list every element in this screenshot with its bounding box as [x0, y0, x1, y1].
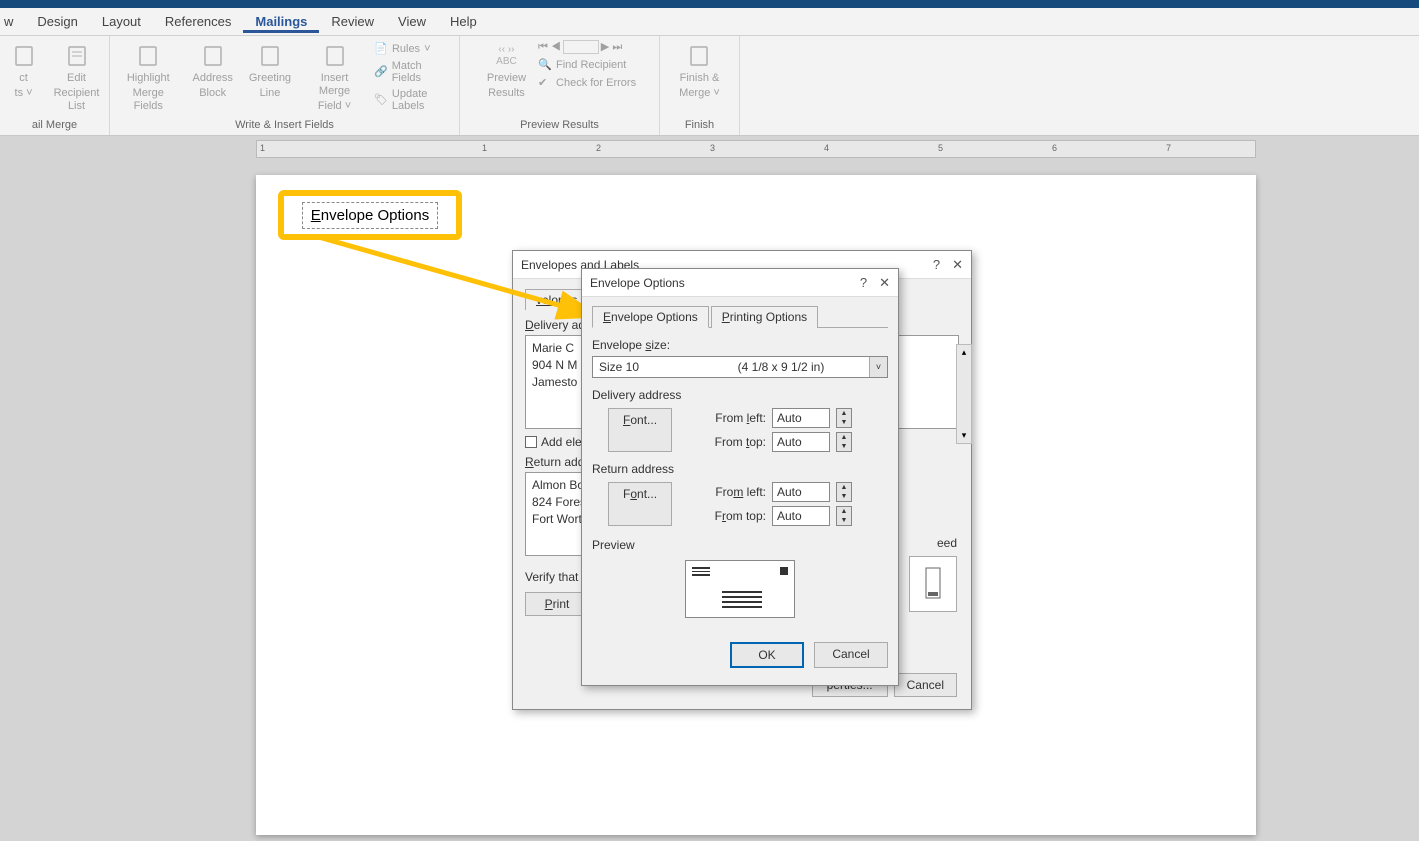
scrollbar[interactable]: ▴ ▾ — [956, 344, 972, 444]
callout-envelope-options: Envelope Options — [278, 190, 462, 240]
tab-envelope-options[interactable]: Envelope Options — [592, 306, 709, 328]
close-icon[interactable]: ✕ — [879, 275, 890, 291]
tab-partial[interactable]: w — [0, 10, 25, 33]
tab-view[interactable]: View — [386, 10, 438, 33]
cancel-button-back[interactable]: Cancel — [894, 673, 957, 697]
preview-label: Preview — [592, 538, 888, 552]
delivery-left-spinner[interactable]: ▲▼ — [836, 408, 852, 428]
tab-mailings[interactable]: Mailings — [243, 10, 319, 33]
tab-layout[interactable]: Layout — [90, 10, 153, 33]
highlight-merge-fields-button[interactable]: Highlight Merge Fields — [116, 40, 181, 116]
delivery-address-group: Delivery address Font... From left: Auto… — [592, 388, 888, 452]
return-group-title: Return address — [592, 462, 888, 476]
address-block-button[interactable]: Address Block — [189, 40, 237, 102]
greeting-lbl-1: Greeting — [249, 72, 291, 85]
ok-button[interactable]: OK — [730, 642, 804, 668]
address-lbl-2: Block — [199, 87, 226, 100]
dialog-tabs: Envelope Options Printing Options — [592, 305, 888, 328]
delivery-top-spinner[interactable]: ▲▼ — [836, 432, 852, 452]
print-button[interactable]: Print — [525, 592, 589, 616]
horizontal-ruler[interactable]: 1 1 2 3 4 5 6 7 — [256, 140, 1256, 158]
check-errors-button[interactable]: ✔Check for Errors — [538, 76, 636, 90]
chevron-down-icon[interactable]: ˅ — [869, 357, 887, 377]
update-labels-button[interactable]: 🏷Update Labels — [374, 88, 453, 112]
edit-label-2: Recipient List — [54, 87, 100, 113]
highlight-lbl-1: Highlight — [127, 72, 170, 85]
ribbon-tabstrip: w Design Layout References Mailings Revi… — [0, 8, 1419, 36]
return-from-left-label: From left: — [702, 485, 766, 499]
tab-design[interactable]: Design — [25, 10, 89, 33]
ruler-area: 1 1 2 3 4 5 6 7 — [0, 136, 1419, 166]
callout-text: Envelope Options — [302, 202, 438, 229]
insert-lbl-1: Insert Merge — [307, 72, 362, 98]
tab-envelopes-partial[interactable]: velopes — [525, 289, 588, 310]
envelope-preview — [685, 560, 795, 618]
insert-merge-field-button[interactable]: Insert Merge Field ˅ — [303, 40, 366, 116]
select-label-2: ts ˅ — [15, 87, 33, 100]
return-from-left-input[interactable]: Auto — [772, 482, 830, 502]
ribbon-group-preview: ‹‹ ››ABC Preview Results ⏮ ◀ ▶ ⏭ 🔍Find R… — [460, 36, 660, 135]
greeting-lbl-2: Line — [260, 87, 281, 100]
select-label-1: ct — [19, 72, 28, 85]
feed-label: eed — [897, 536, 957, 550]
help-icon[interactable]: ? — [860, 275, 867, 291]
feed-icon[interactable] — [909, 556, 957, 612]
dialog-titlebar-front[interactable]: Envelope Options ? ✕ — [582, 269, 898, 297]
tab-review[interactable]: Review — [319, 10, 386, 33]
return-from-top-label: From top: — [702, 509, 766, 523]
greeting-line-button[interactable]: Greeting Line — [245, 40, 295, 102]
return-address-group: Return address Font... From left: Auto ▲… — [592, 462, 888, 526]
dialog-envelope-options: Envelope Options ? ✕ Envelope Options Pr… — [581, 268, 899, 686]
ribbon: ct ts ˅ Edit Recipient List ail Merge Hi… — [0, 36, 1419, 136]
return-left-spinner[interactable]: ▲▼ — [836, 482, 852, 502]
delivery-from-left-input[interactable]: Auto — [772, 408, 830, 428]
size-description: (4 1/8 x 9 1/2 in) — [693, 360, 869, 374]
preview-lbl-2: Results — [488, 87, 525, 100]
delivery-from-left-label: From left: — [702, 411, 766, 425]
finish-lbl-1: Finish & — [680, 72, 720, 85]
ribbon-group-write-insert: Highlight Merge Fields Address Block Gre… — [110, 36, 460, 135]
dialog-front-title: Envelope Options — [590, 276, 685, 290]
insert-lbl-2: Field ˅ — [318, 100, 351, 113]
address-lbl-1: Address — [193, 72, 233, 85]
ribbon-group-finish: Finish & Merge ˅ Finish — [660, 36, 740, 135]
cancel-button[interactable]: Cancel — [814, 642, 888, 668]
rules-button[interactable]: 📄Rules ˅ — [374, 42, 453, 56]
return-top-spinner[interactable]: ▲▼ — [836, 506, 852, 526]
select-recipients-button-partial[interactable]: ct ts ˅ — [6, 40, 42, 102]
delivery-from-top-input[interactable]: Auto — [772, 432, 830, 452]
size-selected: Size 10 — [593, 360, 693, 374]
help-icon[interactable]: ? — [933, 257, 940, 273]
close-icon[interactable]: ✕ — [952, 257, 963, 273]
tab-references[interactable]: References — [153, 10, 243, 33]
record-nav[interactable]: ⏮ ◀ ▶ ⏭ — [538, 40, 636, 54]
envelope-size-combobox[interactable]: Size 10 (4 1/8 x 9 1/2 in) ˅ — [592, 356, 888, 378]
edit-label-1: Edit — [67, 72, 86, 85]
group-label-write-insert: Write & Insert Fields — [235, 117, 334, 133]
match-fields-button[interactable]: 🔗Match Fields — [374, 60, 453, 84]
finish-lbl-2: Merge ˅ — [679, 87, 720, 100]
finish-merge-button[interactable]: Finish & Merge ˅ — [675, 40, 724, 102]
delivery-from-top-label: From top: — [702, 435, 766, 449]
delivery-group-title: Delivery address — [592, 388, 888, 402]
return-from-top-input[interactable]: Auto — [772, 506, 830, 526]
tab-help[interactable]: Help — [438, 10, 489, 33]
group-label-preview: Preview Results — [520, 117, 599, 133]
ribbon-group-mail-merge: ct ts ˅ Edit Recipient List ail Merge — [0, 36, 110, 135]
find-recipient-button[interactable]: 🔍Find Recipient — [538, 58, 636, 72]
group-label-finish: Finish — [685, 117, 714, 133]
delivery-font-button[interactable]: Font... — [608, 408, 672, 452]
app-titlebar — [0, 0, 1419, 8]
highlight-lbl-2: Merge Fields — [120, 87, 177, 113]
return-font-button[interactable]: Font... — [608, 482, 672, 526]
tab-printing-options[interactable]: Printing Options — [711, 306, 818, 328]
envelope-size-label: Envelope size: — [592, 338, 888, 352]
preview-results-button[interactable]: ‹‹ ››ABC Preview Results — [483, 40, 530, 102]
preview-lbl-1: Preview — [487, 72, 526, 85]
group-label-mail-merge: ail Merge — [32, 117, 77, 133]
edit-recipient-list-button[interactable]: Edit Recipient List — [50, 40, 104, 116]
